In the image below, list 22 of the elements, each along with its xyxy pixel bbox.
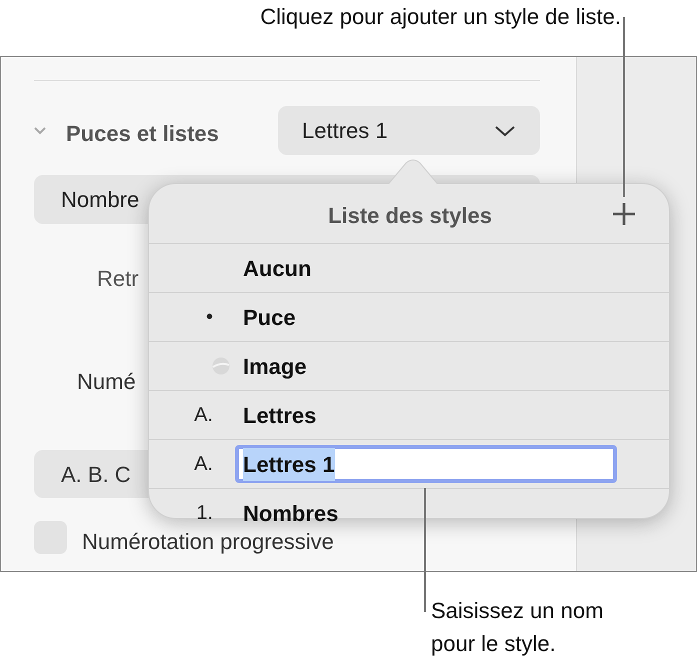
list-style-item[interactable]: Lettres bbox=[243, 398, 316, 432]
callout-text: Saisissez un nom pour le style. bbox=[431, 597, 604, 658]
list-style-item[interactable]: Puce bbox=[243, 300, 296, 334]
chevron-icon[interactable] bbox=[33, 126, 47, 136]
style-dropdown[interactable]: Lettres 1 bbox=[278, 106, 540, 155]
field-label: Numé bbox=[77, 368, 136, 396]
name-field[interactable]: Lettres 1 bbox=[235, 445, 617, 483]
list-style-item[interactable]: Nombres bbox=[243, 496, 338, 530]
checkbox-label: Numérotation progressive bbox=[82, 528, 334, 556]
list-marker: • bbox=[206, 305, 213, 330]
caret-icon bbox=[494, 124, 516, 136]
list-marker: 1. bbox=[196, 501, 213, 526]
list-marker: A. bbox=[194, 403, 213, 428]
callout-text: Cliquez pour ajouter un style de liste. bbox=[260, 3, 621, 31]
popover-title: Liste des styles bbox=[327, 202, 493, 230]
field-label: Retr bbox=[97, 265, 139, 293]
list-style-item[interactable]: Aucun bbox=[243, 252, 312, 284]
sphere-icon bbox=[212, 357, 230, 375]
list-style-item[interactable]: Image bbox=[243, 350, 307, 382]
list-marker: A. bbox=[194, 452, 213, 477]
section-title: Puces et listes bbox=[66, 120, 219, 148]
add-icon[interactable] bbox=[612, 202, 636, 226]
